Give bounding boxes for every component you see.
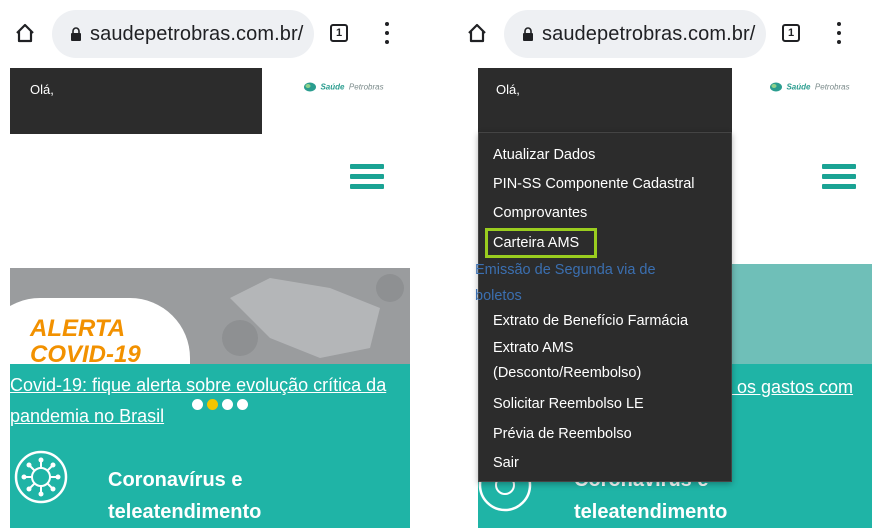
covid-banner-image[interactable]: ALERTA COVID-19 xyxy=(10,268,410,364)
news-link-partial[interactable]: r os gastos com xyxy=(726,372,872,403)
menu-item-previa-reembolso[interactable]: Prévia de Reembolso xyxy=(493,424,632,444)
hamburger-menu-icon[interactable] xyxy=(350,164,384,190)
address-bar[interactable]: saudepetrobras.com.br/ xyxy=(504,10,766,58)
greeting: Olá, xyxy=(30,82,54,97)
tab-switcher-button[interactable]: 1 xyxy=(330,24,348,42)
lock-icon xyxy=(523,27,533,41)
browser-toolbar: saudepetrobras.com.br/ 1 xyxy=(452,0,872,68)
site-logo[interactable]: Saúde Petrobras xyxy=(770,78,850,92)
phone-screen-left: saudepetrobras.com.br/ 1 Olá, Saúde Petr… xyxy=(0,0,420,528)
menu-item-comprovantes[interactable]: Comprovantes xyxy=(493,203,587,223)
browser-toolbar: saudepetrobras.com.br/ 1 xyxy=(0,0,420,68)
hamburger-menu-icon[interactable] xyxy=(822,164,856,190)
alert-heading: ALERTA COVID-19 xyxy=(30,315,141,365)
menu-item-segunda-via[interactable]: Emissão de Segunda via de boletos xyxy=(475,257,705,309)
tab-switcher-button[interactable]: 1 xyxy=(782,24,800,42)
logo-mark-icon xyxy=(770,82,782,92)
user-header: Olá, xyxy=(478,68,732,134)
carousel-dot[interactable] xyxy=(237,399,248,410)
alert-line-1: ALERTA xyxy=(30,315,126,342)
logo-mark-icon xyxy=(304,82,316,92)
virus-icon xyxy=(14,450,68,504)
logo-text-primary: Saúde xyxy=(786,82,811,92)
address-bar[interactable]: saudepetrobras.com.br/ xyxy=(52,10,314,58)
user-header: Olá, xyxy=(10,68,262,134)
lock-icon xyxy=(71,27,81,41)
menu-item-reembolso-le[interactable]: Solicitar Reembolso LE xyxy=(493,394,644,414)
section-title[interactable]: Coronavírus e teleatendimento xyxy=(108,464,308,528)
site-logo[interactable]: Saúde Petrobras xyxy=(304,78,384,92)
carousel-dot-active[interactable] xyxy=(207,399,218,410)
map-illustration xyxy=(222,274,404,358)
teal-section: Covid-19: fique alerta sobre evolução cr… xyxy=(10,364,410,528)
overflow-menu-icon[interactable] xyxy=(835,20,843,46)
menu-item-sair[interactable]: Sair xyxy=(493,453,519,473)
logo-text-secondary: Petrobras xyxy=(348,82,384,92)
logo-text-secondary: Petrobras xyxy=(814,82,850,92)
carousel-dot[interactable] xyxy=(222,399,233,410)
menu-item-extrato-ams[interactable]: Extrato AMS (Desconto/Reembolso) xyxy=(493,336,663,386)
carousel-dots xyxy=(192,399,252,411)
url-text: saudepetrobras.com.br/ xyxy=(542,23,756,45)
menu-item-extrato-farmacia[interactable]: Extrato de Benefício Farmácia xyxy=(493,311,688,331)
phone-screen-right: saudepetrobras.com.br/ 1 Olá, Saúde Petr… xyxy=(452,0,872,528)
menu-item-pin-ss[interactable]: PIN-SS Componente Cadastral xyxy=(493,174,695,194)
home-icon[interactable] xyxy=(14,22,36,44)
alert-line-2: COVID-19 xyxy=(30,341,141,365)
home-icon[interactable] xyxy=(466,22,488,44)
greeting: Olá, xyxy=(496,82,520,97)
user-dropdown-menu: Atualizar Dados PIN-SS Componente Cadast… xyxy=(475,132,732,482)
carousel-dot[interactable] xyxy=(192,399,203,410)
menu-item-carteira-ams[interactable]: Carteira AMS xyxy=(493,233,579,253)
menu-item-atualizar-dados[interactable]: Atualizar Dados xyxy=(493,145,595,165)
url-text: saudepetrobras.com.br/ xyxy=(90,23,304,45)
overflow-menu-icon[interactable] xyxy=(383,20,391,46)
logo-text-primary: Saúde xyxy=(320,82,345,92)
